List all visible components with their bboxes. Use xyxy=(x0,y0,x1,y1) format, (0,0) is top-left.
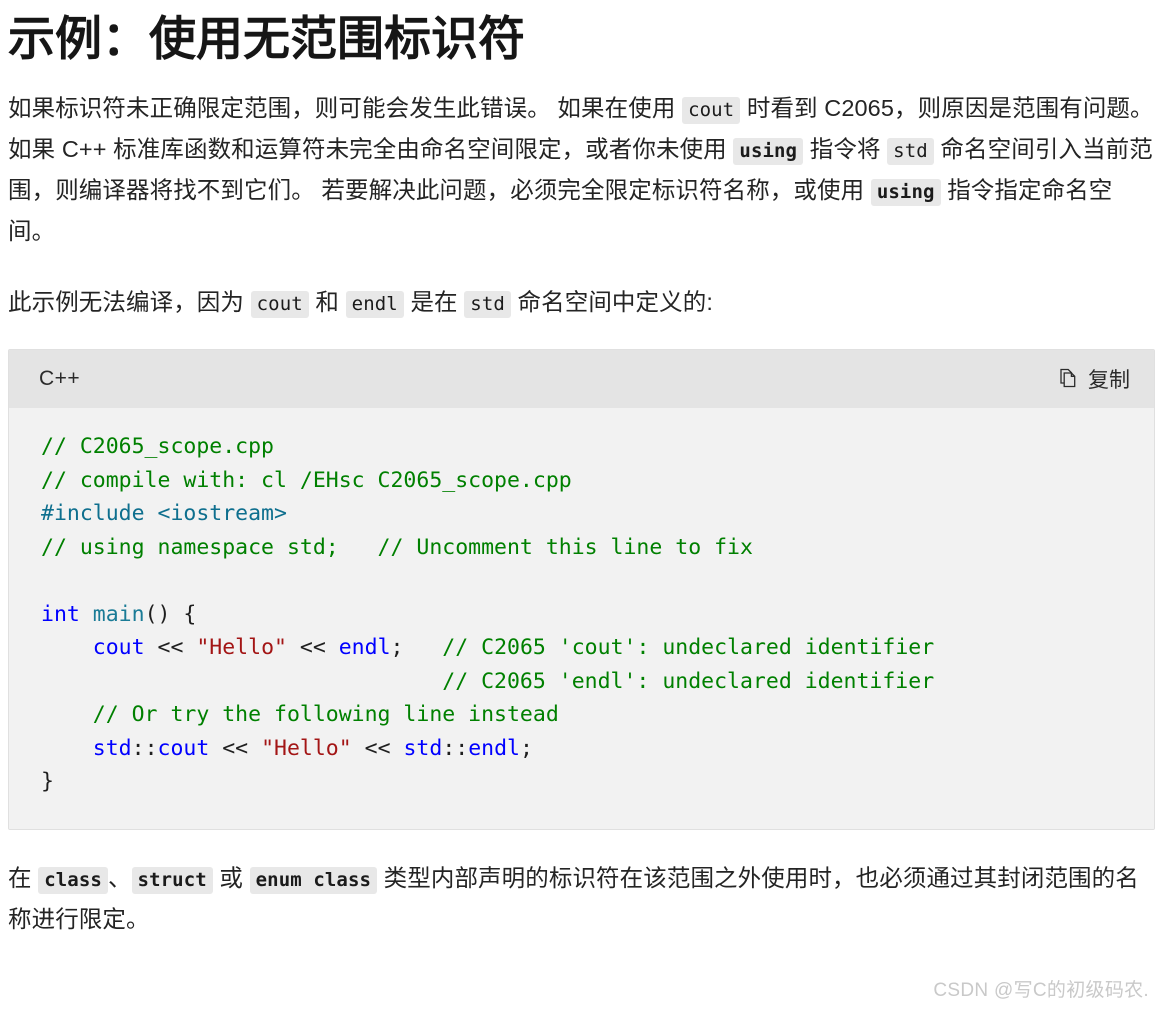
code-block: C++ 复制 // C2065_scope.cpp // compile wit… xyxy=(8,349,1155,830)
inline-code-cout: cout xyxy=(682,97,741,125)
paragraph2-text-1: 此示例无法编译，因为 xyxy=(8,289,251,316)
inline-code-class: class xyxy=(38,866,108,894)
inline-code-endl: endl xyxy=(345,291,404,319)
inline-code-cout-2: cout xyxy=(250,291,309,319)
inline-code-using-2: using xyxy=(870,179,941,207)
inline-code-using: using xyxy=(733,138,804,166)
code-block-header: C++ 复制 xyxy=(9,350,1154,409)
copy-button-label: 复制 xyxy=(1088,369,1130,393)
document-page: 示例：使用无范围标识符 如果标识符未正确限定范围，则可能会发生此错误。 如果在使… xyxy=(0,12,1163,940)
paragraph2-text-4: 命名空间中定义的: xyxy=(510,289,713,316)
paragraph2-text-3: 是在 xyxy=(403,289,465,316)
paragraph3-text-2: 、 xyxy=(107,864,132,891)
paragraph2-text-2: 和 xyxy=(308,289,346,316)
inline-code-enum-class: enum class xyxy=(249,866,378,894)
page-title: 示例：使用无范围标识符 xyxy=(8,12,525,65)
inline-code-std-2: std xyxy=(464,291,511,319)
code-content[interactable]: // C2065_scope.cpp // compile with: cl /… xyxy=(9,408,1154,829)
paragraph-class-scope: 在 class、 struct 或 enum class 类型内部声明的标识符在该… xyxy=(8,858,1155,940)
paragraph-example-intro: 此示例无法编译，因为 cout 和 endl 是在 std 命名空间中定义的: xyxy=(8,282,1155,323)
paragraph1-text-1: 如果标识符未正确限定范围，则可能会发生此错误。 如果在使用 xyxy=(8,95,683,122)
inline-code-std: std xyxy=(887,138,934,166)
paragraph-scope-explanation: 如果标识符未正确限定范围，则可能会发生此错误。 如果在使用 cout 时看到 C… xyxy=(8,88,1155,252)
copy-icon xyxy=(1058,368,1079,390)
paragraph3-text-3: 或 xyxy=(212,864,250,891)
paragraph1-text-3: 指令将 xyxy=(803,136,888,163)
paragraph3-text-1: 在 xyxy=(8,864,39,891)
code-language-label: C++ xyxy=(39,367,81,391)
inline-code-struct: struct xyxy=(131,866,213,894)
copy-code-button[interactable]: 复制 xyxy=(1056,360,1132,398)
